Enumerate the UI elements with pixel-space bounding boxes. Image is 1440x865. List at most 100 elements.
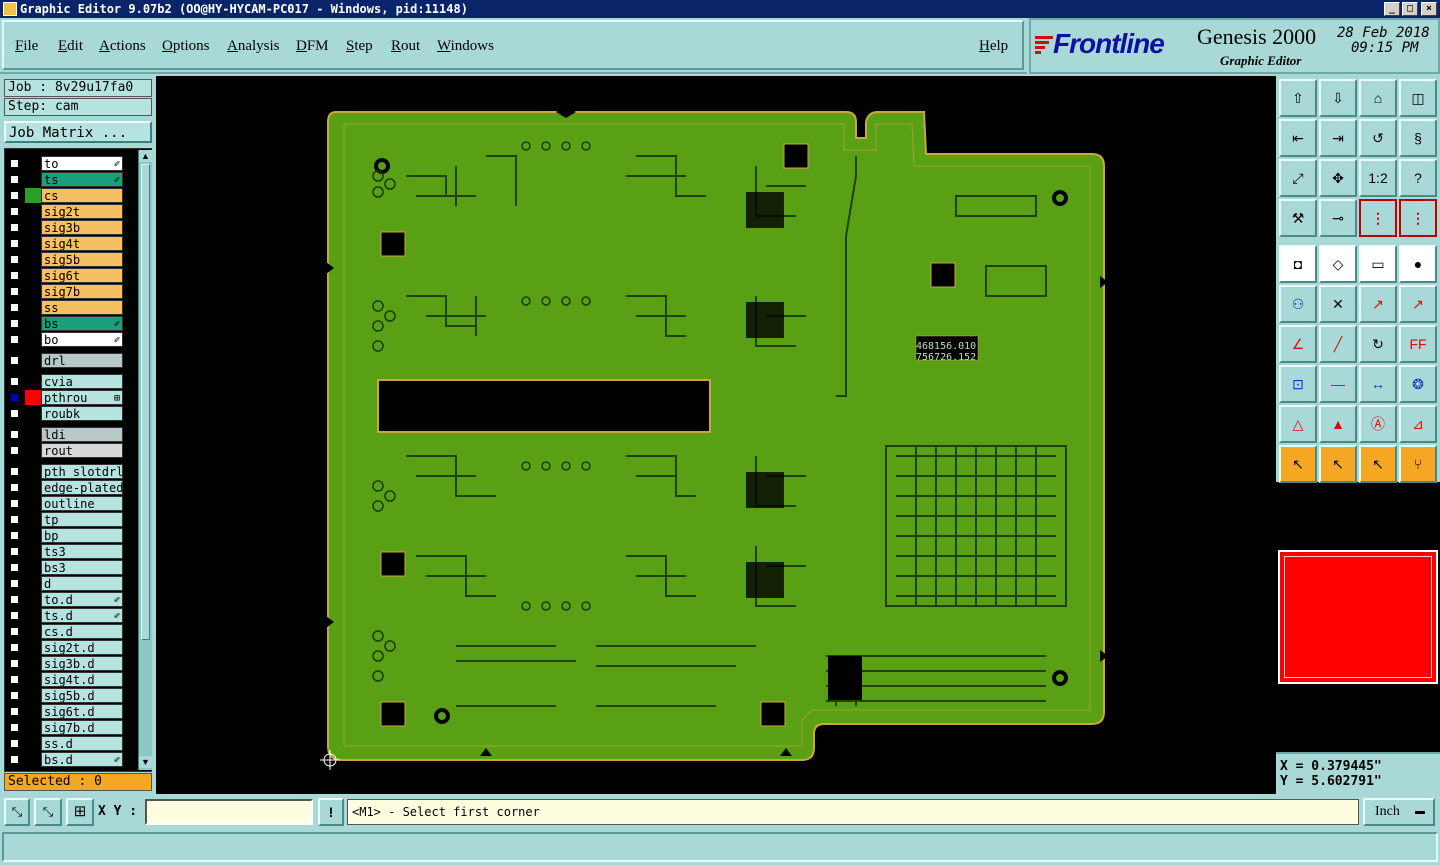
layer-checkbox[interactable] — [10, 430, 19, 439]
layer-checkbox[interactable] — [10, 409, 19, 418]
layer-row[interactable]: ss — [6, 300, 124, 315]
arc-icon[interactable]: ↻ — [1359, 325, 1397, 363]
units-dropdown[interactable]: Inch ▬ — [1363, 798, 1435, 826]
maximize-button[interactable]: □ — [1402, 2, 1418, 16]
cross-icon[interactable]: ✕ — [1319, 285, 1357, 323]
layer-color-swatch[interactable] — [25, 284, 41, 299]
minus-icon[interactable]: — — [1319, 365, 1357, 403]
layer-checkbox[interactable] — [10, 239, 19, 248]
layer-name[interactable]: outline — [41, 496, 123, 511]
layer-row[interactable]: drl — [6, 353, 124, 368]
layer-row[interactable]: ts ✐ — [6, 172, 124, 187]
minimize-button[interactable]: _ — [1384, 2, 1400, 16]
tri-c-icon[interactable]: Ⓐ — [1359, 405, 1397, 443]
graph-icon[interactable]: ⚇ — [1279, 285, 1317, 323]
layer-color-swatch[interactable] — [25, 608, 41, 623]
ruler-icon[interactable]: ▭ — [1359, 245, 1397, 283]
layer-name[interactable]: bp — [41, 528, 123, 543]
layer-color-swatch[interactable] — [25, 592, 41, 607]
layer-color-swatch[interactable] — [25, 528, 41, 543]
layer-color-swatch[interactable] — [25, 752, 41, 767]
layer-color-swatch[interactable] — [25, 720, 41, 735]
tools-icon[interactable]: ⚒ — [1279, 199, 1317, 237]
layer-color-swatch[interactable] — [25, 496, 41, 511]
layer-row[interactable]: rout — [6, 443, 124, 458]
layer-color-swatch[interactable] — [25, 427, 41, 442]
ff-icon[interactable]: FF — [1399, 325, 1437, 363]
layer-color-swatch[interactable] — [25, 544, 41, 559]
layer-color-swatch[interactable] — [25, 560, 41, 575]
measure-dist-icon[interactable]: ↗ — [1399, 285, 1437, 323]
layer-name[interactable]: roubk — [41, 406, 123, 421]
layer-color-swatch[interactable] — [25, 512, 41, 527]
layer-color-swatch[interactable] — [25, 736, 41, 751]
layer-checkbox[interactable] — [10, 467, 19, 476]
menu-dfm[interactable]: DFM — [296, 38, 329, 55]
layer-color-swatch[interactable] — [25, 704, 41, 719]
rect-select-icon[interactable]: ◇ — [1319, 245, 1357, 283]
layer-color-swatch[interactable] — [25, 353, 41, 368]
scroll-up-icon[interactable]: ▲ — [139, 150, 152, 162]
layer-checkbox[interactable] — [10, 611, 19, 620]
alert-icon[interactable]: ! — [318, 798, 344, 826]
layer-color-swatch[interactable] — [25, 672, 41, 687]
layer-name[interactable]: sig3b.d — [41, 656, 123, 671]
layer-row[interactable]: bo ✐ — [6, 332, 124, 347]
menu-file[interactable]: File — [15, 38, 38, 55]
menu-help[interactable]: Help — [979, 38, 1008, 55]
center-icon[interactable]: ✥ — [1319, 159, 1357, 197]
layer-name[interactable]: ts.d ✐ — [41, 608, 123, 623]
layer-row[interactable]: sig3b — [6, 220, 124, 235]
layer-row[interactable]: sig6t — [6, 268, 124, 283]
layer-row[interactable]: ss.d — [6, 736, 124, 751]
layer-checkbox[interactable] — [10, 595, 19, 604]
zoom-right-icon[interactable]: ⇥ — [1319, 119, 1357, 157]
layer-name[interactable]: sig3b — [41, 220, 123, 235]
measure-point-icon[interactable]: ↗ — [1359, 285, 1397, 323]
layer-color-swatch[interactable] — [25, 156, 41, 171]
layer-name[interactable]: to.d ✐ — [41, 592, 123, 607]
layer-name[interactable]: sig5b — [41, 252, 123, 267]
layer-color-swatch[interactable] — [25, 480, 41, 495]
layer-color-swatch[interactable] — [25, 406, 41, 421]
layer-checkbox[interactable] — [10, 393, 19, 402]
layer-name[interactable]: bs3 — [41, 560, 123, 575]
layer-name[interactable]: sig6t — [41, 268, 123, 283]
layer-name[interactable]: cs — [41, 188, 123, 203]
layer-checkbox[interactable] — [10, 207, 19, 216]
menu-edit[interactable]: Edit — [58, 38, 83, 55]
menu-analysis[interactable]: Analysis — [227, 38, 280, 55]
layer-name[interactable]: ts ✐ — [41, 172, 123, 187]
layer-name[interactable]: rout — [41, 443, 123, 458]
scroll-down-icon[interactable]: ▼ — [139, 756, 152, 768]
layer-checkbox[interactable] — [10, 531, 19, 540]
tri-b-icon[interactable]: ▲ — [1319, 405, 1357, 443]
route-icon[interactable]: ⑂ — [1399, 445, 1437, 483]
layer-name[interactable]: cvia — [41, 374, 123, 389]
layer-name[interactable]: drl — [41, 353, 123, 368]
layer-row[interactable]: d — [6, 576, 124, 591]
layer-checkbox[interactable] — [10, 319, 19, 328]
layer-row[interactable]: tp — [6, 512, 124, 527]
layer-checkbox[interactable] — [10, 271, 19, 280]
pointer-box-icon[interactable]: ↖ — [1319, 445, 1357, 483]
home-icon[interactable]: ⌂ — [1359, 79, 1397, 117]
graphic-canvas[interactable]: 468156.010 756726.152 — [156, 76, 1276, 794]
layer-row[interactable]: ts.d ✐ — [6, 608, 124, 623]
zoom-left-icon[interactable]: ⇤ — [1279, 119, 1317, 157]
layer-color-swatch[interactable] — [25, 374, 41, 389]
grid-icon[interactable]: ⊞ — [66, 798, 94, 826]
layer-name[interactable]: sig7b — [41, 284, 123, 299]
rotate-icon[interactable]: ↺ — [1359, 119, 1397, 157]
layer-name[interactable]: cs.d — [41, 624, 123, 639]
pcb-board-view[interactable]: 468156.010 756726.152 — [156, 76, 1276, 794]
layer-name[interactable]: sig5b.d — [41, 688, 123, 703]
layer-color-swatch[interactable] — [25, 624, 41, 639]
layer-checkbox[interactable] — [10, 255, 19, 264]
layer-color-swatch[interactable] — [25, 443, 41, 458]
layer-name[interactable]: ts3 — [41, 544, 123, 559]
pad-icon[interactable]: ● — [1399, 245, 1437, 283]
layer-color-swatch[interactable] — [25, 268, 41, 283]
layer-color-swatch[interactable] — [25, 464, 41, 479]
layer-row[interactable]: outline — [6, 496, 124, 511]
